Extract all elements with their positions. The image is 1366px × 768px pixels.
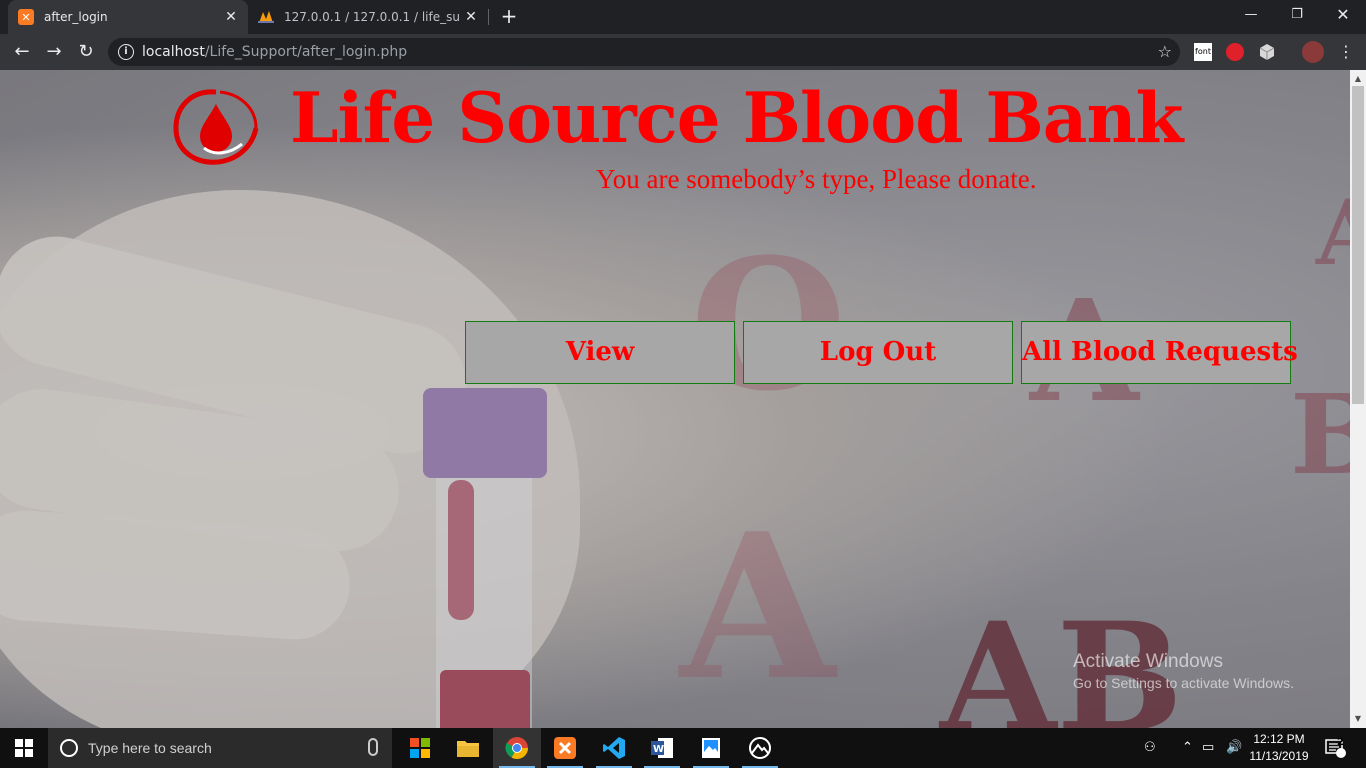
font-extension-icon[interactable]: font	[1194, 43, 1212, 61]
taskbar-search[interactable]: Type here to search	[48, 728, 392, 768]
vscode-icon[interactable]	[590, 728, 638, 768]
forward-button[interactable]: →	[40, 38, 68, 66]
file-explorer-icon[interactable]	[444, 728, 492, 768]
font-extension-label: font	[1195, 47, 1211, 56]
url-host: localhost	[142, 44, 205, 60]
url-path: /Life_Support/after_login.php	[204, 44, 408, 60]
activate-windows-watermark: Activate Windows Go to Settings to activ…	[1073, 651, 1294, 691]
all-blood-requests-button[interactable]: All Blood Requests	[1021, 321, 1298, 384]
profile-avatar[interactable]	[1302, 41, 1324, 63]
logout-button[interactable]: Log Out	[743, 321, 1013, 384]
page-viewport: O A A AB B A Life Source Blood Bank You …	[0, 70, 1350, 728]
photos-icon[interactable]	[687, 728, 735, 768]
windows-store-icon[interactable]	[396, 728, 444, 768]
tab-strip: ✕ after_login ✕ 127.0.0.1 / 127.0.0.1 / …	[0, 0, 1366, 34]
activate-title: Activate Windows	[1073, 651, 1223, 672]
minimize-button[interactable]: —	[1228, 0, 1274, 30]
start-button[interactable]	[0, 728, 48, 768]
chrome-icon[interactable]	[493, 728, 541, 768]
svg-text:W: W	[653, 744, 664, 755]
notification-count: 2	[1337, 737, 1344, 748]
word-icon[interactable]: W	[638, 728, 686, 768]
adblock-extension-icon[interactable]	[1226, 43, 1244, 61]
windows-taskbar: Type here to search W ⚇ ⌃ ▭ 🔊 12:12 PM 1…	[0, 728, 1366, 768]
url-text[interactable]: localhost/Life_Support/after_login.php	[142, 38, 407, 66]
view-button[interactable]: View	[465, 321, 735, 384]
close-tab-icon[interactable]: ✕	[460, 9, 482, 25]
new-tab-button[interactable]: +	[496, 3, 522, 29]
tab-after-login[interactable]: ✕ after_login ✕	[8, 0, 248, 34]
restore-button[interactable]: ❐	[1274, 0, 1320, 30]
network-icon[interactable]: ▭	[1202, 728, 1220, 768]
bookmark-star-icon[interactable]: ☆	[1158, 38, 1172, 66]
xampp-icon: ✕	[18, 9, 34, 25]
brand-title: Life Source Blood Bank	[290, 78, 1183, 159]
xampp-icon[interactable]	[541, 728, 589, 768]
activate-subtitle: Go to Settings to activate Windows.	[1073, 675, 1294, 691]
cortana-icon	[60, 739, 78, 757]
reload-button[interactable]: ↻	[72, 38, 100, 66]
cube-extension-icon[interactable]	[1258, 43, 1276, 61]
camera-icon[interactable]	[736, 728, 784, 768]
phpmyadmin-icon	[258, 9, 274, 25]
volume-icon[interactable]: 🔊	[1226, 728, 1244, 768]
taskbar-clock[interactable]: 12:12 PM 11/13/2019	[1246, 731, 1312, 765]
search-placeholder: Type here to search	[88, 740, 212, 756]
browser-toolbar: ← → ↻ i localhost/Life_Support/after_log…	[0, 34, 1366, 70]
scrollbar-thumb[interactable]	[1352, 86, 1364, 404]
tab-separator	[488, 9, 489, 25]
tab-title: 127.0.0.1 / 127.0.0.1 / life_suppor	[284, 10, 460, 24]
show-hidden-icons-chevron-icon[interactable]: ⌃	[1182, 728, 1196, 768]
info-icon[interactable]: i	[118, 44, 134, 60]
clock-date: 11/13/2019	[1249, 749, 1309, 763]
action-center-icon[interactable]: 2	[1324, 728, 1350, 768]
close-window-button[interactable]: ✕	[1320, 0, 1366, 30]
people-icon[interactable]: ⚇	[1144, 728, 1164, 768]
windows-logo-icon	[15, 739, 33, 757]
menu-kebab-icon[interactable]: ⋮	[1332, 38, 1360, 66]
tagline: You are somebody’s type, Please donate.	[596, 164, 1037, 194]
close-tab-icon[interactable]: ✕	[220, 9, 242, 25]
clock-time: 12:12 PM	[1253, 732, 1305, 746]
blood-drop-logo-icon	[170, 86, 262, 168]
back-button[interactable]: ←	[8, 38, 36, 66]
scroll-down-arrow-icon[interactable]: ▼	[1350, 712, 1366, 726]
page-scrollbar[interactable]: ▲ ▼	[1350, 70, 1366, 728]
scroll-up-arrow-icon[interactable]: ▲	[1350, 72, 1366, 86]
address-bar[interactable]: i localhost/Life_Support/after_login.php…	[108, 38, 1180, 66]
tab-title: after_login	[44, 10, 108, 24]
microphone-icon[interactable]	[368, 738, 378, 756]
tab-phpmyadmin[interactable]: 127.0.0.1 / 127.0.0.1 / life_suppor ✕	[252, 0, 488, 34]
